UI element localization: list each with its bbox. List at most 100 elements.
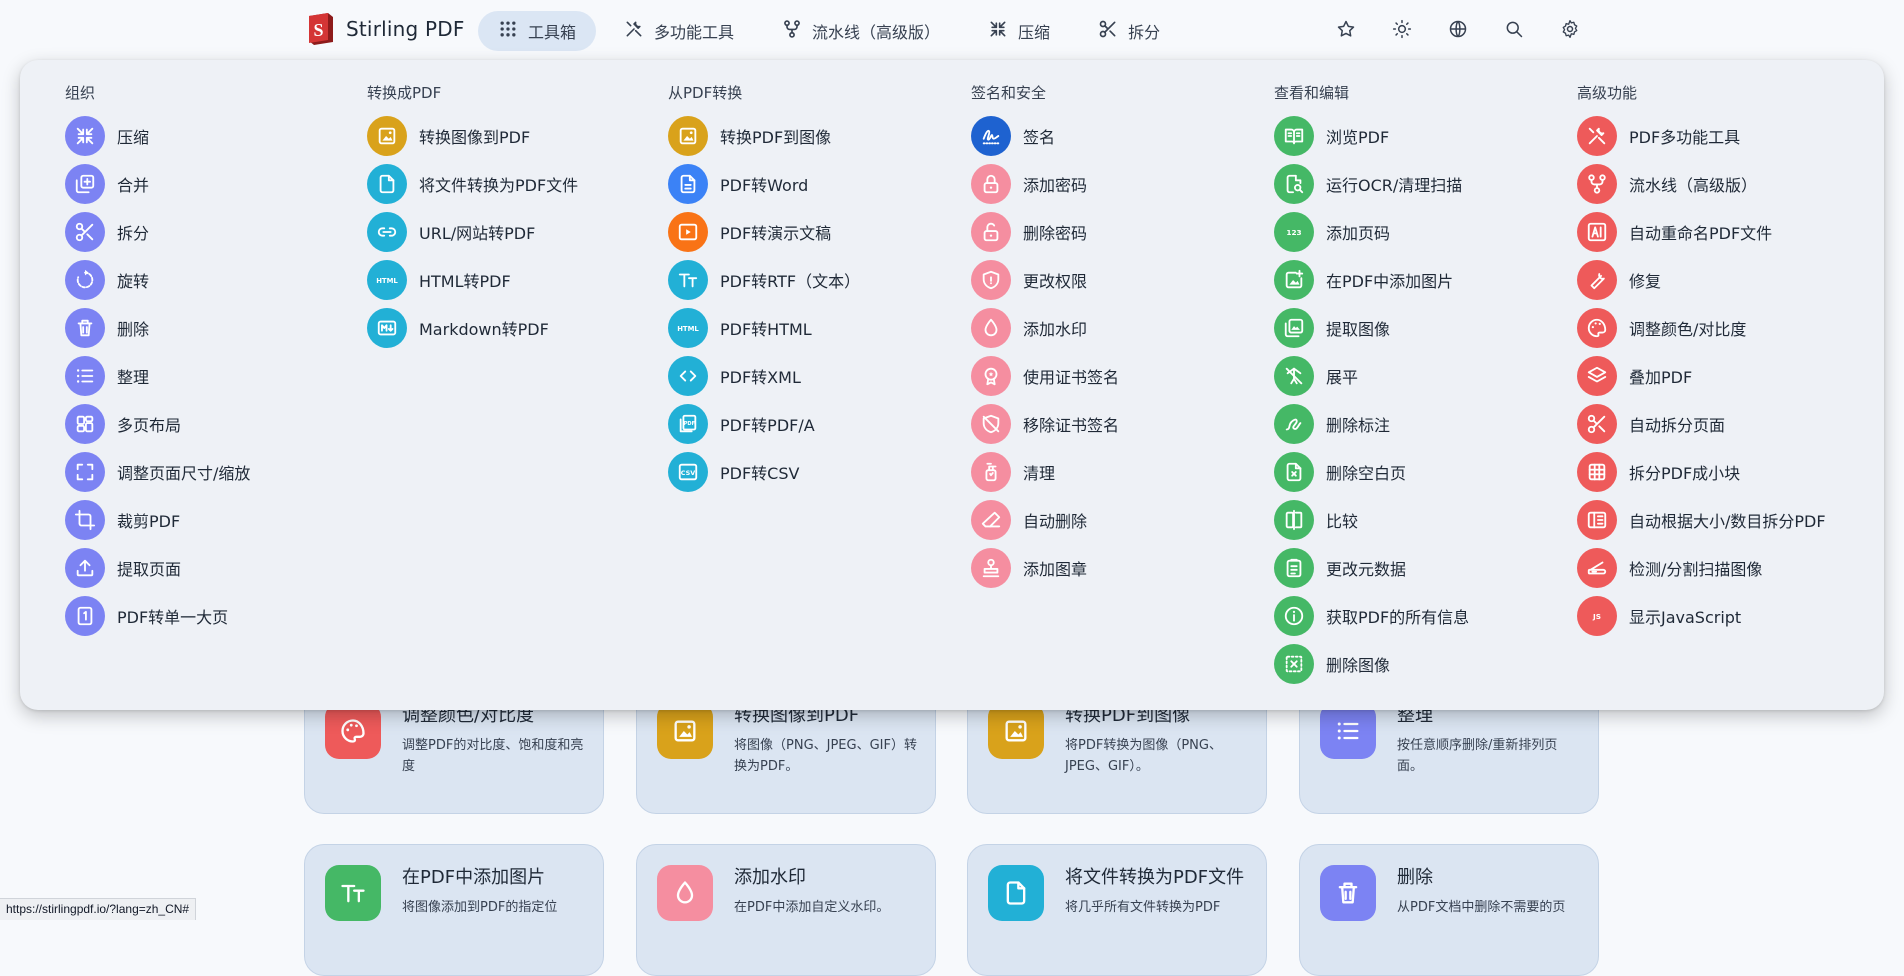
menu-item-0-1[interactable]: 合并 — [65, 160, 355, 208]
menu-column-2: 从PDF转换 转换PDF到图像 PDF转Word PDF转演示文稿 PDF转RT… — [668, 82, 958, 496]
menu-item-label: 转换PDF到图像 — [720, 128, 832, 147]
menu-item-3-3[interactable]: 更改权限 — [971, 256, 1261, 304]
menu-item-label: PDF转演示文稿 — [720, 224, 832, 243]
star-button[interactable] — [1326, 11, 1366, 51]
menu-item-5-8[interactable]: 自动根据大小/数目拆分PDF — [1577, 496, 1867, 544]
text-icon — [668, 260, 708, 300]
menu-item-0-5[interactable]: 整理 — [65, 352, 355, 400]
sun-button[interactable] — [1382, 11, 1422, 51]
menu-item-5-5[interactable]: 叠加PDF — [1577, 352, 1867, 400]
menu-item-5-2[interactable]: 自动重命名PDF文件 — [1577, 208, 1867, 256]
menu-item-label: 自动根据大小/数目拆分PDF — [1629, 512, 1826, 531]
menu-item-0-2[interactable]: 拆分 — [65, 208, 355, 256]
menu-item-4-10[interactable]: 获取PDF的所有信息 — [1274, 592, 1564, 640]
menu-item-4-4[interactable]: 提取图像 — [1274, 304, 1564, 352]
status-bar-url: https://stirlingpdf.io/?lang=zh_CN# — [0, 898, 197, 920]
menu-item-0-4[interactable]: 删除 — [65, 304, 355, 352]
menu-item-4-3[interactable]: 在PDF中添加图片 — [1274, 256, 1564, 304]
menu-item-5-6[interactable]: 自动拆分页面 — [1577, 400, 1867, 448]
menu-item-3-6[interactable]: 移除证书签名 — [971, 400, 1261, 448]
menu-item-5-0[interactable]: PDF多功能工具 — [1577, 112, 1867, 160]
tool-card-title: 在PDF中添加图片 — [402, 867, 546, 888]
menu-item-4-1[interactable]: 运行OCR/清理扫描 — [1274, 160, 1564, 208]
menu-item-label: 添加页码 — [1326, 224, 1391, 243]
menu-item-3-1[interactable]: 添加密码 — [971, 160, 1261, 208]
menu-item-0-6[interactable]: 多页布局 — [65, 400, 355, 448]
menu-item-5-10[interactable]: JS 显示JavaScript — [1577, 592, 1867, 640]
menu-item-5-7[interactable]: 拆分PDF成小块 — [1577, 448, 1867, 496]
menu-item-4-8[interactable]: 比较 — [1274, 496, 1564, 544]
menu-item-5-1[interactable]: 流水线（高级版） — [1577, 160, 1867, 208]
menu-column-title: 组织 — [65, 84, 96, 102]
menu-item-4-11[interactable]: 删除图像 — [1274, 640, 1564, 688]
menu-item-4-0[interactable]: 浏览PDF — [1274, 112, 1564, 160]
nav-item-2[interactable]: 流水线（高级版） — [762, 11, 960, 51]
menu-item-label: 叠加PDF — [1629, 368, 1693, 387]
trash-icon — [65, 308, 105, 348]
nav-item-4[interactable]: 拆分 — [1078, 11, 1180, 51]
menu-item-2-4[interactable]: HTML PDF转HTML — [668, 304, 958, 352]
menu-item-4-7[interactable]: 删除空白页 — [1274, 448, 1564, 496]
menu-item-4-5[interactable]: 展平 — [1274, 352, 1564, 400]
menu-item-1-4[interactable]: Markdown转PDF — [367, 304, 657, 352]
menu-item-2-0[interactable]: 转换PDF到图像 — [668, 112, 958, 160]
menu-item-label: 比较 — [1326, 512, 1359, 531]
nav-item-0[interactable]: 工具箱 — [478, 11, 597, 51]
menu-item-0-9[interactable]: 提取页面 — [65, 544, 355, 592]
menu-item-0-7[interactable]: 调整页面尺寸/缩放 — [65, 448, 355, 496]
menu-item-2-5[interactable]: PDF转XML — [668, 352, 958, 400]
menu-item-0-8[interactable]: 裁剪PDF — [65, 496, 355, 544]
menu-item-4-2[interactable]: 123 添加页码 — [1274, 208, 1564, 256]
menu-item-label: 多页布局 — [117, 416, 182, 435]
menu-item-0-3[interactable]: 旋转 — [65, 256, 355, 304]
menu-item-2-2[interactable]: PDF转演示文稿 — [668, 208, 958, 256]
menu-item-3-9[interactable]: 添加图章 — [971, 544, 1261, 592]
scissors-icon — [1577, 404, 1617, 444]
menu-item-1-3[interactable]: HTML HTML转PDF — [367, 256, 657, 304]
menu-item-3-8[interactable]: 自动删除 — [971, 496, 1261, 544]
menu-item-5-3[interactable]: 修复 — [1577, 256, 1867, 304]
html-icon: HTML — [668, 308, 708, 348]
menu-item-0-10[interactable]: PDF转单一大页 — [65, 592, 355, 640]
search-button[interactable] — [1494, 11, 1534, 51]
globe-icon — [1448, 19, 1468, 43]
tool-card[interactable]: 添加水印 在PDF中添加自定义水印。 — [636, 844, 936, 976]
image-icon — [988, 703, 1044, 759]
menu-item-label: PDF转PDF/A — [720, 416, 815, 435]
menu-item-3-2[interactable]: 删除密码 — [971, 208, 1261, 256]
menu-item-3-7[interactable]: 清理 — [971, 448, 1261, 496]
menu-item-4-6[interactable]: 删除标注 — [1274, 400, 1564, 448]
nav-item-1[interactable]: 多功能工具 — [604, 11, 754, 51]
menu-item-2-1[interactable]: PDF转Word — [668, 160, 958, 208]
menu-item-2-3[interactable]: PDF转RTF（文本） — [668, 256, 958, 304]
globe-button[interactable] — [1438, 11, 1478, 51]
split-size-icon — [1577, 500, 1617, 540]
menu-item-2-7[interactable]: CSV PDF转CSV — [668, 448, 958, 496]
tool-card[interactable]: 删除 从PDF文档中删除不需要的页 — [1299, 844, 1599, 976]
tool-card-desc: 将几乎所有文件转换为PDF — [1065, 900, 1221, 915]
tool-card[interactable]: 将文件转换为PDF文件 将几乎所有文件转换为PDF — [967, 844, 1267, 976]
menu-item-4-9[interactable]: 更改元数据 — [1274, 544, 1564, 592]
menu-item-3-0[interactable]: 签名 — [971, 112, 1261, 160]
menu-item-3-5[interactable]: 使用证书签名 — [971, 352, 1261, 400]
text-icon — [325, 865, 381, 921]
tool-card[interactable]: 在PDF中添加图片 将图像添加到PDF的指定位 — [304, 844, 604, 976]
nav-item-3[interactable]: 压缩 — [968, 11, 1070, 51]
menu-item-0-0[interactable]: 压缩 — [65, 112, 355, 160]
menu-item-5-4[interactable]: 调整颜色/对比度 — [1577, 304, 1867, 352]
menu-item-3-4[interactable]: 添加水印 — [971, 304, 1261, 352]
tool-card-desc: 将PDF转换为图像（PNG、JPEG、GIF）。 — [1065, 738, 1222, 774]
logo[interactable]: S Stirling PDF — [306, 12, 465, 46]
gear-button[interactable] — [1550, 11, 1590, 51]
menu-item-1-0[interactable]: 转换图像到PDF — [367, 112, 657, 160]
menu-item-1-1[interactable]: 将文件转换为PDF文件 — [367, 160, 657, 208]
pipeline-icon — [1577, 164, 1617, 204]
menu-item-1-2[interactable]: URL/网站转PDF — [367, 208, 657, 256]
svg-text:S: S — [313, 20, 323, 40]
tools-icon — [624, 19, 644, 43]
html-icon: HTML — [367, 260, 407, 300]
menu-item-2-6[interactable]: PDF PDF转PDF/A — [668, 400, 958, 448]
menu-item-label: PDF多功能工具 — [1629, 128, 1741, 147]
menu-item-5-9[interactable]: 检测/分割扫描图像 — [1577, 544, 1867, 592]
menu-column-5: 高级功能 PDF多功能工具 流水线（高级版） 自动重命名PDF文件 修复 调整颜… — [1577, 82, 1867, 640]
